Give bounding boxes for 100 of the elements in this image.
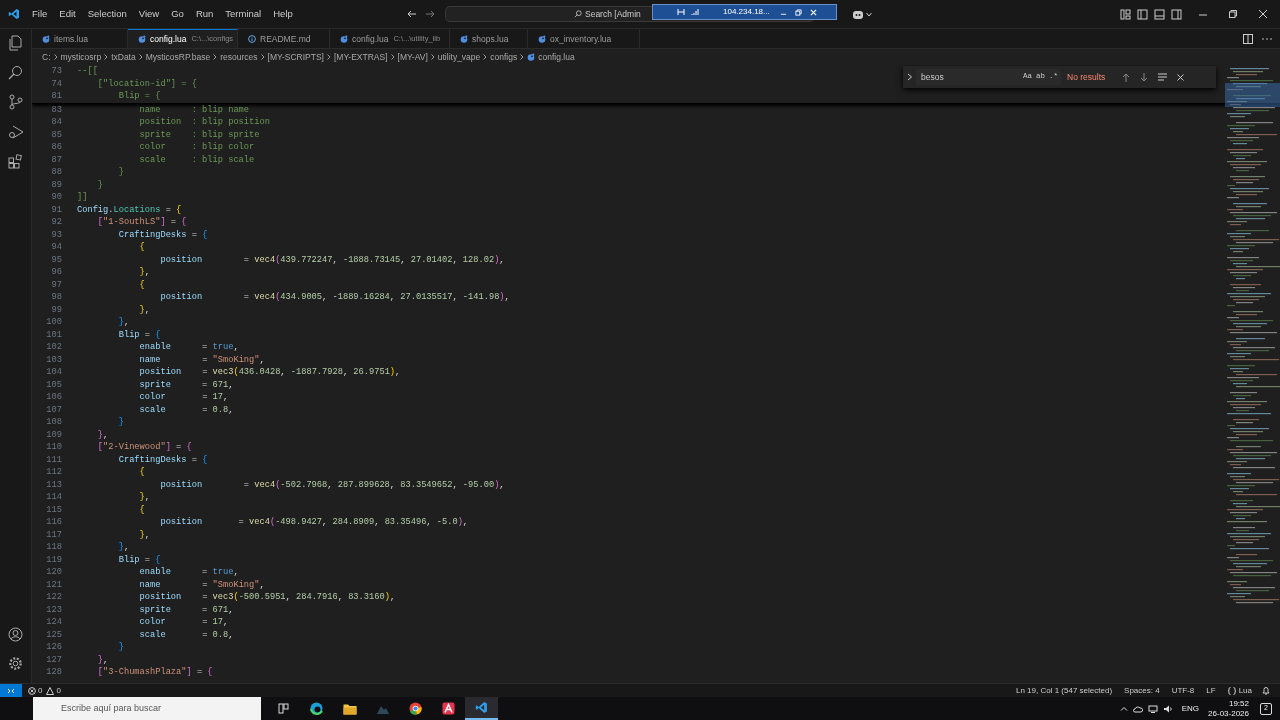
code-line: {: [138, 241, 145, 254]
info-icon: [248, 35, 256, 43]
code-line: position : blip position: [138, 116, 270, 129]
line-number: 74: [50, 77, 62, 90]
code-line: scale = 0.8,: [138, 628, 234, 641]
menu-item[interactable]: Edit: [53, 4, 82, 24]
code-line: name = "SmoKing",: [138, 353, 265, 366]
chevron-right-icon: [327, 54, 331, 60]
chevron-up-icon[interactable]: [1119, 704, 1128, 713]
breadcrumb-item[interactable]: [MY-AV]: [397, 50, 428, 64]
breadcrumb-item[interactable]: [MY-EXTRAS]: [334, 50, 388, 64]
line-number: 89: [50, 178, 62, 191]
breadcrumb-item[interactable]: [MY-SCRIPTS]: [267, 50, 324, 64]
taskbar-clock[interactable]: 19:52 26-03-2026: [1208, 698, 1249, 719]
pin-icon[interactable]: [677, 8, 685, 16]
breadcrumb-item[interactable]: utility_vape: [437, 50, 481, 64]
code-line: enable = true,: [138, 341, 239, 354]
back-arrow-icon[interactable]: [407, 9, 417, 19]
code-line: sprite = 671,: [138, 603, 234, 616]
status-item[interactable]: LF: [1206, 684, 1216, 697]
source-control-icon[interactable]: [8, 94, 23, 110]
chevron-right-icon: [104, 54, 109, 60]
find-in-selection-icon[interactable]: [1158, 73, 1168, 81]
forward-arrow-icon[interactable]: [425, 9, 435, 19]
code-line: },: [138, 303, 150, 316]
menu-item[interactable]: Help: [267, 4, 299, 24]
breadcrumb-item[interactable]: C:: [42, 50, 51, 64]
search-icon[interactable]: [8, 65, 23, 80]
menu-item[interactable]: File: [26, 4, 54, 24]
toggle-panel-icon[interactable]: [1154, 9, 1165, 20]
status-item[interactable]: Spaces: 4: [1124, 684, 1160, 697]
taskbar-app[interactable]: [465, 697, 498, 720]
code-line: name : blip name: [138, 103, 250, 116]
menu-item[interactable]: Terminal: [219, 4, 268, 24]
taskbar-search-field[interactable]: Escribe aquí para buscar: [33, 697, 261, 720]
cloud-icon[interactable]: [1132, 704, 1143, 713]
run-debug-icon[interactable]: [7, 124, 24, 140]
line-number: 100: [45, 316, 62, 329]
code-line: },: [138, 266, 150, 279]
moon-icon: [340, 35, 348, 43]
line-number: 86: [50, 141, 62, 154]
search-label: Search [Admin: [585, 7, 641, 21]
line-number: 84: [50, 116, 62, 129]
vscode-logo-icon: [8, 8, 20, 20]
restore-icon[interactable]: [1229, 10, 1237, 18]
extensions-icon[interactable]: [8, 154, 23, 169]
bell-icon[interactable]: [1262, 686, 1270, 695]
editor-tab[interactable]: README.md: [238, 29, 330, 48]
problems-status[interactable]: 0 0: [28, 684, 61, 697]
breadcrumb-item[interactable]: configs: [490, 50, 518, 64]
code-line: }: [117, 641, 124, 654]
code-line: },: [117, 316, 130, 329]
code-line: {: [138, 466, 145, 479]
files-icon[interactable]: [8, 35, 23, 51]
line-number: 97: [50, 278, 62, 291]
chevron-right-icon[interactable]: [907, 73, 913, 81]
menu-item[interactable]: Go: [165, 4, 190, 24]
error-count: 0: [38, 684, 43, 697]
network-icon[interactable]: [1147, 704, 1158, 713]
arrow-up-icon[interactable]: [1122, 72, 1131, 82]
code-line: Config.Locations = {: [77, 203, 182, 216]
chevron-right-icon: [260, 54, 265, 60]
code-line: position = vec4(434.9005, -1889.16284, 27.0135517, -141.98),: [159, 291, 510, 304]
menu-item[interactable]: View: [132, 4, 166, 24]
breadcrumb-item[interactable]: resources: [220, 50, 258, 64]
status-item[interactable]: UTF-8: [1171, 684, 1195, 697]
remote-connection-bar[interactable]: 104.234.18...: [652, 4, 837, 20]
restore-icon[interactable]: [794, 8, 802, 16]
menu-item[interactable]: Selection: [81, 4, 133, 24]
chevron-right-icon: [390, 54, 395, 60]
line-number: 101: [45, 328, 62, 341]
menu-item[interactable]: Run: [189, 4, 220, 24]
layout-icon[interactable]: [1120, 9, 1131, 20]
code-line: ]]: [77, 191, 88, 204]
find-text: besos: [921, 70, 945, 84]
moon-icon: [538, 35, 546, 43]
breadcrumb-item[interactable]: config.lua: [538, 50, 575, 64]
chevron-down-icon[interactable]: [866, 12, 872, 17]
toggle-secondary-sidebar-icon[interactable]: [1171, 9, 1182, 20]
input-language[interactable]: ENG: [1181, 702, 1200, 715]
status-item[interactable]: Lua: [1238, 684, 1252, 697]
close-icon[interactable]: [1259, 10, 1267, 18]
chevron-right-icon: [430, 54, 435, 60]
line-number: 85: [50, 128, 62, 141]
status-item[interactable]: Ln 19, Col 1 (547 selected): [1016, 684, 1113, 697]
remote-button[interactable]: [0, 683, 22, 698]
warning-count: 0: [56, 684, 61, 697]
toggle-sidebar-icon[interactable]: [1137, 9, 1148, 20]
breadcrumb-item[interactable]: txData: [111, 50, 136, 64]
split-editor-icon[interactable]: [1243, 34, 1253, 44]
line-number: 115: [45, 503, 62, 516]
breadcrumb-item[interactable]: mysticosrp: [60, 50, 102, 64]
settings-icon[interactable]: [8, 656, 23, 671]
account-icon[interactable]: [8, 627, 23, 642]
line-number: 93: [50, 228, 62, 241]
speaker-icon[interactable]: [1162, 704, 1173, 713]
close-icon[interactable]: [1177, 73, 1185, 81]
breadcrumb-item[interactable]: MysticosRP.base: [145, 50, 211, 64]
copilot-icon[interactable]: [852, 9, 864, 20]
arrow-down-icon[interactable]: [1140, 72, 1149, 82]
